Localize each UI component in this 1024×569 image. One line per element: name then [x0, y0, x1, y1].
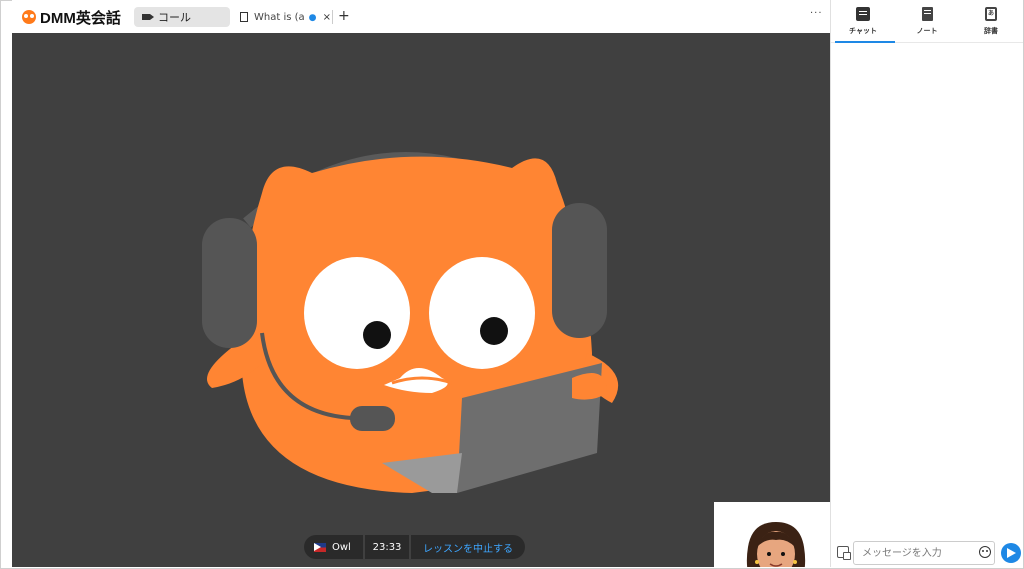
user-icon: ●	[308, 12, 317, 23]
remote-video	[12, 33, 830, 567]
end-lesson-button[interactable]: レッスンを中止する	[411, 535, 525, 559]
user-avatar-image	[714, 502, 830, 567]
send-button[interactable]	[1001, 543, 1021, 563]
philippines-flag-icon	[314, 542, 326, 552]
tab-divider	[332, 10, 333, 24]
tab-document-label: What is (a	[254, 11, 305, 23]
tab-dictionary-label: 辞書	[984, 26, 998, 35]
tab-call[interactable]: コール	[134, 7, 230, 27]
emoji-icon[interactable]	[979, 546, 991, 558]
attach-file-icon[interactable]	[837, 546, 851, 560]
right-sidebar: チャット ノート 辞書	[830, 0, 1023, 567]
tab-dictionary[interactable]: 辞書	[959, 0, 1023, 42]
owl-logo-icon	[22, 10, 36, 24]
close-tab-icon[interactable]: ×	[323, 12, 331, 23]
message-input[interactable]	[853, 541, 995, 565]
tab-note[interactable]: ノート	[895, 0, 959, 42]
owl-mascot-image	[202, 152, 619, 494]
sidebar-tabs: チャット ノート 辞書	[831, 0, 1023, 43]
self-video-preview	[714, 502, 830, 567]
video-camera-icon	[142, 14, 154, 20]
tutor-name: Owl	[332, 541, 351, 553]
logo-text: DMM英会話	[40, 9, 121, 27]
dictionary-icon	[985, 6, 997, 21]
document-icon	[240, 12, 248, 22]
tab-chat[interactable]: チャット	[831, 0, 895, 43]
tab-call-label: コール	[158, 11, 191, 24]
lesson-timer: 23:33	[365, 535, 409, 559]
chat-composer	[831, 540, 1023, 566]
tab-chat-label: チャット	[849, 26, 877, 35]
call-controls: Owl 23:33 レッスンを中止する	[304, 535, 525, 559]
tutor-name-badge: Owl	[304, 535, 363, 559]
add-tab-button[interactable]: +	[338, 8, 350, 24]
tab-note-label: ノート	[916, 26, 938, 35]
top-bar: DMM英会話 コール What is (a ● × + ···	[12, 0, 830, 34]
more-menu-button[interactable]: ···	[810, 8, 823, 19]
note-icon	[921, 6, 933, 21]
dmm-logo: DMM英会話	[22, 8, 121, 27]
tab-document[interactable]: What is (a ● ×	[240, 7, 332, 27]
chat-icon	[856, 6, 870, 21]
